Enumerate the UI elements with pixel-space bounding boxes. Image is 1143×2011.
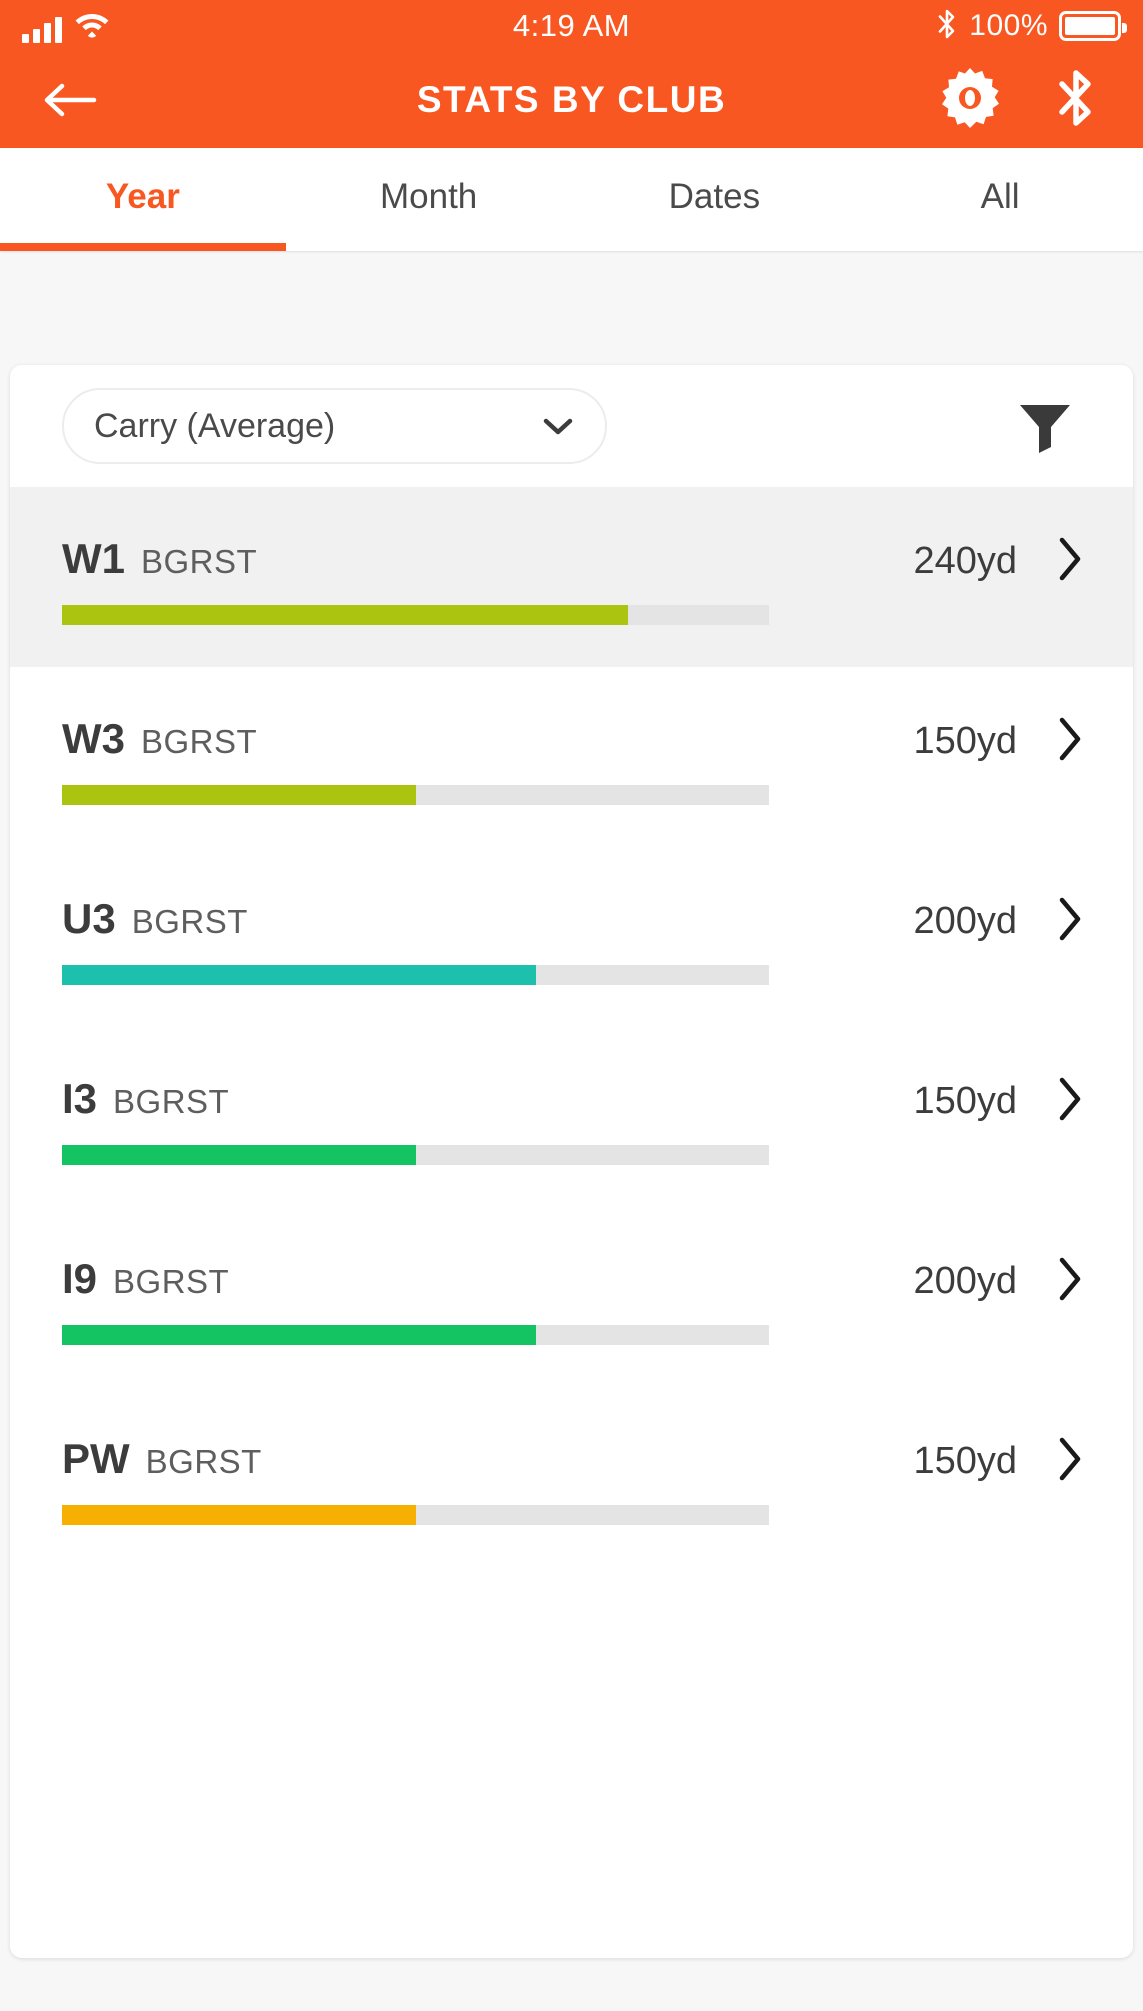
chevron-right-icon[interactable] (1055, 895, 1085, 948)
progress-bar-fill (62, 965, 536, 985)
chevron-right-icon[interactable] (1055, 715, 1085, 768)
club-distance-value: 150yd (913, 1080, 1017, 1122)
wifi-icon (74, 10, 110, 43)
club-name: BGRST (145, 1443, 262, 1480)
table-row[interactable]: W3 BGRST 150yd (10, 667, 1133, 847)
club-distance-value: 150yd (913, 1440, 1017, 1482)
card-toolbar: Carry (Average) (10, 365, 1133, 487)
app-root: 4:19 AM 100% STATS BY CLUB Year Month Da… (0, 0, 1143, 2011)
tab-all-label: All (980, 176, 1020, 216)
club-distance-value: 200yd (913, 1260, 1017, 1302)
club-code: W1 (62, 535, 125, 582)
table-row[interactable]: I3 BGRST 150yd (10, 1027, 1133, 1207)
club-name: BGRST (141, 543, 258, 580)
row-header: I9 BGRST 200yd (62, 1207, 1085, 1308)
signal-bars-icon (22, 16, 62, 43)
club-distance-value: 200yd (913, 900, 1017, 942)
status-bar: 4:19 AM 100% (0, 0, 1143, 52)
tab-year[interactable]: Year (0, 148, 286, 251)
club-name: BGRST (113, 1263, 230, 1300)
metric-select-value: Carry (Average) (94, 406, 336, 445)
bluetooth-button[interactable] (1043, 67, 1109, 133)
progress-bar-fill (62, 1505, 416, 1525)
settings-button[interactable] (937, 67, 1003, 133)
chevron-right-icon[interactable] (1055, 1435, 1085, 1488)
progress-bar-fill (62, 1145, 416, 1165)
club-name: BGRST (141, 723, 258, 760)
row-header: U3 BGRST 200yd (62, 847, 1085, 948)
row-header: I3 BGRST 150yd (62, 1027, 1085, 1128)
status-bar-left (22, 10, 110, 43)
progress-bar-track (62, 1325, 769, 1345)
tab-year-label: Year (105, 176, 180, 216)
stats-card: Carry (Average) W1 BGRST 240yd W3 BGRST … (10, 365, 1133, 1958)
period-tabs: Year Month Dates All (0, 148, 1143, 251)
gear-icon (939, 67, 1001, 134)
chevron-right-icon[interactable] (1055, 535, 1085, 588)
app-bar-actions (937, 67, 1109, 133)
filter-button[interactable] (1005, 386, 1085, 466)
table-row[interactable]: W1 BGRST 240yd (10, 487, 1133, 667)
club-code: PW (62, 1435, 130, 1482)
battery-percent-label: 100% (969, 9, 1048, 42)
progress-bar-track (62, 785, 769, 805)
bluetooth-icon (936, 7, 958, 46)
progress-bar-fill (62, 605, 628, 625)
battery-full-icon (1059, 11, 1127, 41)
progress-bar-fill (62, 785, 416, 805)
club-name: BGRST (113, 1083, 230, 1120)
app-bar: STATS BY CLUB (0, 52, 1143, 148)
club-distance-value: 240yd (913, 540, 1017, 582)
table-row[interactable]: U3 BGRST 200yd (10, 847, 1133, 1027)
progress-bar-track (62, 1505, 769, 1525)
progress-bar-track (62, 605, 769, 625)
row-header: PW BGRST 150yd (62, 1387, 1085, 1488)
progress-bar-fill (62, 1325, 536, 1345)
progress-bar-track (62, 1145, 769, 1165)
tab-month[interactable]: Month (286, 148, 572, 251)
club-code: I9 (62, 1255, 98, 1302)
club-distance-value: 150yd (913, 720, 1017, 762)
club-code: W3 (62, 715, 125, 762)
metric-select[interactable]: Carry (Average) (62, 388, 607, 464)
progress-bar-track (62, 965, 769, 985)
table-row[interactable]: I9 BGRST 200yd (10, 1207, 1133, 1387)
bluetooth-icon (1056, 67, 1096, 134)
chevron-down-icon (541, 409, 575, 443)
club-stats-list: W1 BGRST 240yd W3 BGRST 150yd U3 BGRST 2… (10, 487, 1133, 1567)
tab-all[interactable]: All (857, 148, 1143, 251)
row-header: W3 BGRST 150yd (62, 667, 1085, 768)
table-row[interactable]: PW BGRST 150yd (10, 1387, 1133, 1567)
chevron-right-icon[interactable] (1055, 1255, 1085, 1308)
row-header: W1 BGRST 240yd (62, 487, 1085, 588)
club-code: I3 (62, 1075, 98, 1122)
club-name: BGRST (131, 903, 248, 940)
tab-dates-label: Dates (668, 176, 761, 216)
filter-funnel-icon (1014, 393, 1076, 460)
back-button[interactable] (34, 64, 106, 136)
chevron-right-icon[interactable] (1055, 1075, 1085, 1128)
club-code: U3 (62, 895, 116, 942)
tab-dates[interactable]: Dates (572, 148, 858, 251)
status-bar-right: 100% (936, 7, 1127, 46)
tab-month-label: Month (379, 176, 478, 216)
